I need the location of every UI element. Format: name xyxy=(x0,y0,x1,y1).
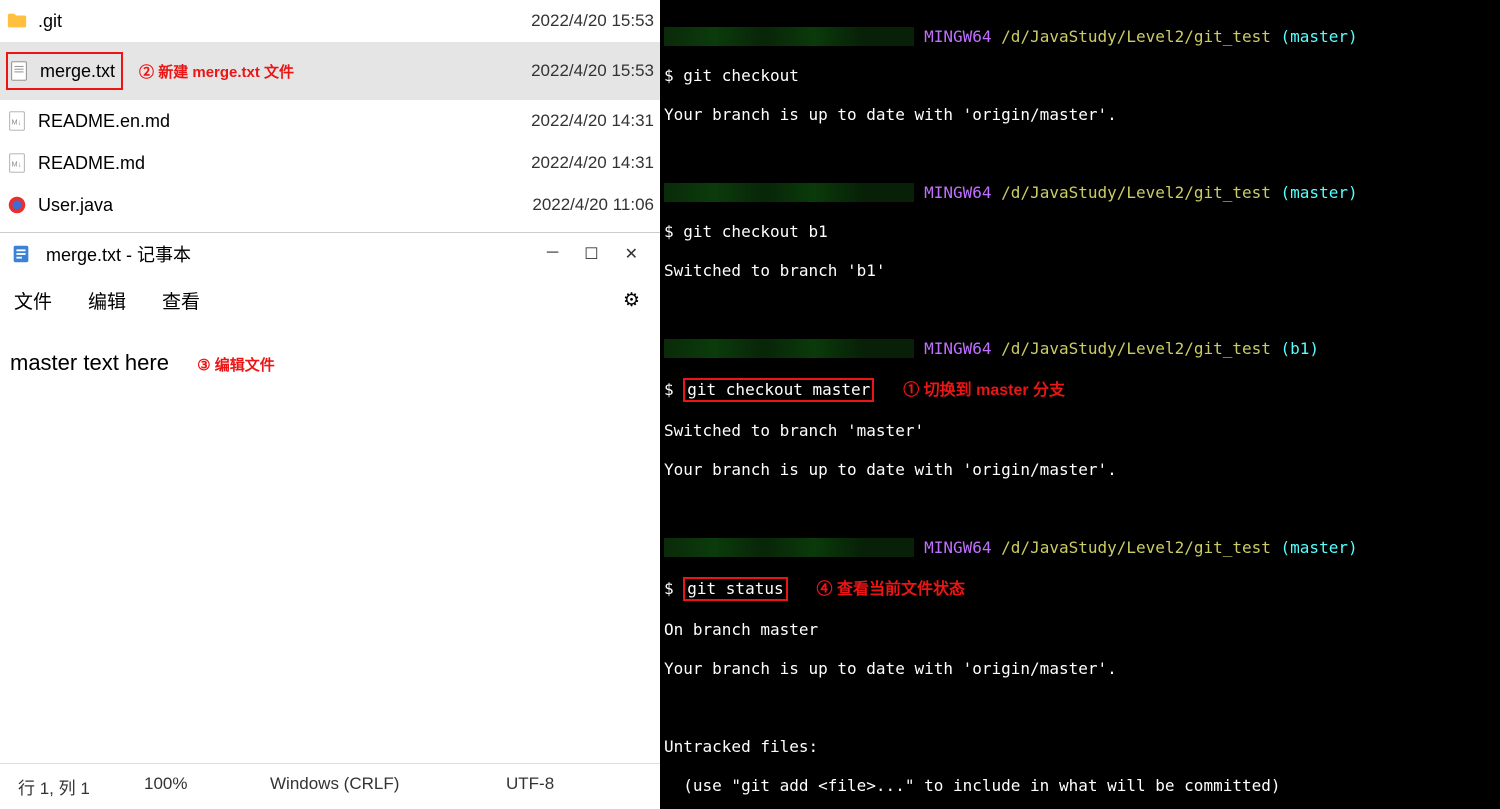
notepad-window: merge.txt - 记事本 ─ ☐ ✕ 文件 编辑 查看 ⚙ master … xyxy=(0,232,660,809)
annotation-1: ① 切换到 master 分支 xyxy=(903,382,1065,399)
notepad-titlebar: merge.txt - 记事本 ─ ☐ ✕ xyxy=(0,233,660,275)
markdown-file-icon: M↓ xyxy=(6,110,28,132)
text-file-icon xyxy=(8,60,30,82)
file-row-readme[interactable]: M↓ README.md 2022/4/20 14:31 xyxy=(0,142,660,184)
minimize-button[interactable]: ─ xyxy=(547,244,558,264)
markdown-file-icon: M↓ xyxy=(6,152,28,174)
notepad-icon xyxy=(10,243,32,265)
file-row-git[interactable]: .git 2022/4/20 15:53 xyxy=(0,0,660,42)
file-name: README.md xyxy=(38,153,531,174)
maximize-button[interactable]: ☐ xyxy=(584,244,598,264)
status-eol: Windows (CRLF) xyxy=(270,774,470,799)
content-text: master text here xyxy=(10,350,169,375)
java-file-icon xyxy=(6,194,28,216)
terminal[interactable]: ██████████████████████████ MINGW64 /d/Ja… xyxy=(660,0,1500,809)
file-row-readme-en[interactable]: M↓ README.en.md 2022/4/20 14:31 xyxy=(0,100,660,142)
file-date: 2022/4/20 11:06 xyxy=(532,195,654,215)
file-row-merge[interactable]: merge.txt ② 新建 merge.txt 文件 2022/4/20 15… xyxy=(0,42,660,100)
file-row-user-java[interactable]: User.java 2022/4/20 11:06 xyxy=(0,184,660,226)
annotation-3: ③ 编辑文件 xyxy=(197,357,275,374)
svg-text:M↓: M↓ xyxy=(12,118,22,127)
annotation-4: ④ 查看当前文件状态 xyxy=(817,581,965,598)
file-date: 2022/4/20 14:31 xyxy=(531,111,654,131)
svg-text:M↓: M↓ xyxy=(12,160,22,169)
close-button[interactable]: ✕ xyxy=(625,244,638,264)
menu-view[interactable]: 查看 xyxy=(162,287,200,314)
file-name: README.en.md xyxy=(38,111,531,132)
cmd-checkout-master: git checkout master xyxy=(683,378,874,402)
file-date: 2022/4/20 15:53 xyxy=(531,61,654,81)
folder-icon xyxy=(6,10,28,32)
cmd-status: git status xyxy=(683,577,787,601)
status-encoding: UTF-8 xyxy=(506,774,554,799)
file-name: .git xyxy=(38,11,531,32)
file-list: .git 2022/4/20 15:53 merge.txt ② 新建 merg… xyxy=(0,0,660,226)
file-date: 2022/4/20 14:31 xyxy=(531,153,654,173)
menu-edit[interactable]: 编辑 xyxy=(88,287,126,314)
annotation-2: ② 新建 merge.txt 文件 xyxy=(139,61,294,82)
file-name: User.java xyxy=(38,195,532,216)
status-zoom: 100% xyxy=(144,774,234,799)
notepad-title: merge.txt - 记事本 xyxy=(46,241,547,267)
notepad-content[interactable]: master text here ③ 编辑文件 xyxy=(0,326,660,763)
status-position: 行 1, 列 1 xyxy=(18,774,108,799)
notepad-statusbar: 行 1, 列 1 100% Windows (CRLF) UTF-8 xyxy=(0,763,660,809)
file-date: 2022/4/20 15:53 xyxy=(531,11,654,31)
settings-icon[interactable]: ⚙ xyxy=(623,289,640,312)
notepad-menubar: 文件 编辑 查看 ⚙ xyxy=(0,275,660,326)
menu-file[interactable]: 文件 xyxy=(14,287,52,314)
file-name: merge.txt xyxy=(40,61,115,82)
